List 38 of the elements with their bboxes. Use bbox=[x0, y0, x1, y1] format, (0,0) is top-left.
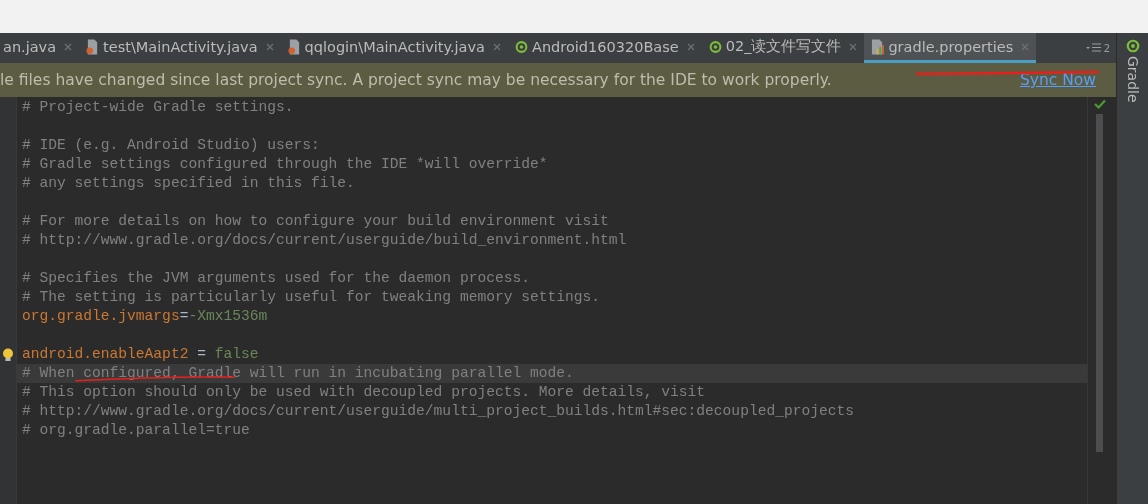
editor-tab[interactable]: test\MainActivity.java bbox=[79, 33, 281, 63]
check-icon bbox=[1094, 99, 1106, 109]
editor-line: # Gradle settings configured through the IDE *will override* bbox=[21, 155, 549, 174]
editor-tab[interactable]: 02_读文件写文件 bbox=[701, 33, 865, 63]
close-icon[interactable] bbox=[492, 42, 501, 51]
circle-icon bbox=[1125, 39, 1140, 53]
lightbulb-icon[interactable] bbox=[2, 348, 14, 362]
editor-line: # org.gradle.parallel=true bbox=[21, 421, 251, 440]
close-icon[interactable] bbox=[265, 42, 274, 51]
editor-tab[interactable]: Android160320Base bbox=[507, 33, 702, 63]
editor-line: org.gradle.jvmargs=-Xmx1536m bbox=[21, 307, 269, 326]
editor-line: # The setting is particularly useful for tweaking memory settings. bbox=[21, 288, 601, 307]
list-icon bbox=[1085, 43, 1102, 53]
gradle-tool-tab[interactable]: Gradle bbox=[1117, 33, 1148, 103]
editor-line: # http://www.gradle.org/docs/current/userguide/multi_project_builds.html#sec:decoupled_projects bbox=[21, 402, 855, 421]
circle-icon bbox=[708, 38, 722, 55]
circle-icon bbox=[514, 38, 528, 55]
java-file-icon bbox=[86, 38, 100, 55]
editor-tab[interactable]: an.java bbox=[0, 33, 80, 63]
editor-tab[interactable]: qqlogin\MainActivity.java bbox=[280, 33, 508, 63]
tab-overflow-button[interactable]: 2 bbox=[1079, 33, 1116, 63]
editor-line: # This option should only be used with decoupled projects. More details, visit bbox=[21, 383, 707, 402]
editor-line: android.enableAapt2 = false bbox=[21, 345, 260, 364]
properties-file-icon bbox=[871, 38, 885, 55]
close-icon[interactable] bbox=[1021, 42, 1030, 51]
editor-line: # Project-wide Gradle settings. bbox=[21, 98, 295, 117]
editor-line: # any settings specified in this file. bbox=[21, 174, 356, 193]
notification-message: le files have changed since last project sync. A project sync may be necessary for the IDE to work properly. bbox=[0, 71, 832, 89]
close-icon[interactable] bbox=[686, 42, 695, 51]
editor-line: # IDE (e.g. Android Studio) users: bbox=[21, 136, 321, 155]
editor-tab[interactable]: gradle.properties bbox=[864, 33, 1037, 63]
editor-line: # For more details on how to configure your build environment visit bbox=[21, 212, 610, 231]
close-icon[interactable] bbox=[64, 42, 73, 51]
close-icon[interactable] bbox=[849, 42, 858, 51]
scrollbar[interactable] bbox=[1096, 114, 1103, 452]
editor-line: # Specifies the JVM arguments used for the daemon process. bbox=[21, 269, 531, 288]
editor-line: # http://www.gradle.org/docs/current/userguide/build_environment.html bbox=[21, 231, 628, 250]
java-file-icon bbox=[287, 38, 301, 55]
